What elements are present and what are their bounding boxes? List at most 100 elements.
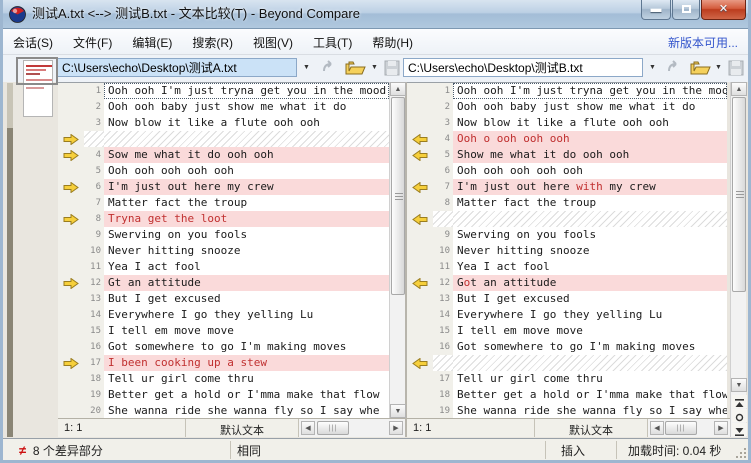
right-hscroll-thumb[interactable]: |||	[665, 421, 697, 435]
line-row[interactable]: 3Now blow it like a flute ooh ooh	[58, 115, 389, 131]
line-row[interactable]: 7I'm just out here with my crew	[407, 179, 727, 195]
minimize-button[interactable]: ▬	[641, 0, 671, 20]
menu-item-4[interactable]: 视图(V)	[243, 29, 303, 56]
menu-item-2[interactable]: 编辑(E)	[122, 29, 182, 56]
scroll-down-icon[interactable]: ▼	[731, 378, 747, 392]
line-row[interactable]: 20She wanna ride she wanna fly so I say …	[58, 403, 389, 418]
diff-arrow-right-icon[interactable]	[58, 355, 84, 371]
thumbnail-viewport[interactable]	[16, 57, 58, 85]
right-recompare-icon[interactable]	[665, 58, 683, 78]
scroll-down-icon[interactable]: ▼	[390, 404, 406, 418]
line-row[interactable]: 19She wanna ride she wanna fly so I say …	[407, 403, 727, 418]
left-horizontal-scrollbar[interactable]: ◀ ||| ▶	[299, 419, 405, 437]
right-path-input[interactable]	[403, 58, 643, 77]
line-row[interactable]: 4Ooh o ooh ooh ooh	[407, 131, 727, 147]
line-row[interactable]: 18Better get a hold or I'mma make that f…	[407, 387, 727, 403]
line-row[interactable]: 18Tell ur girl come thru	[58, 371, 389, 387]
menu-item-1[interactable]: 文件(F)	[63, 29, 122, 56]
line-row[interactable]: 3Now blow it like a flute ooh ooh	[407, 115, 727, 131]
next-diff-button[interactable]	[732, 423, 747, 436]
diff-arrow-right-icon[interactable]	[58, 179, 84, 195]
maximize-button[interactable]	[672, 0, 700, 20]
line-row[interactable]: 10Never hitting snooze	[58, 243, 389, 259]
menu-item-6[interactable]: 帮助(H)	[362, 29, 423, 56]
left-vertical-scrollbar[interactable]: ▲ ▼	[389, 82, 405, 418]
line-row[interactable]: 2Ooh ooh baby just show me what it do	[407, 99, 727, 115]
diff-arrow-left-icon[interactable]	[407, 147, 433, 163]
line-row[interactable]: 13But I get excused	[407, 291, 727, 307]
right-horizontal-scrollbar[interactable]: ◀ ||| ▶	[648, 419, 730, 437]
line-row[interactable]: 17Tell ur girl come thru	[407, 371, 727, 387]
diff-arrow-left-icon[interactable]	[407, 211, 433, 227]
line-row[interactable]: 10Never hitting snooze	[407, 243, 727, 259]
line-row[interactable]: 12Gt an attitude	[58, 275, 389, 291]
left-hscroll-thumb[interactable]: |||	[317, 421, 349, 435]
diff-arrow-right-icon[interactable]	[58, 131, 84, 147]
diff-arrow-right-icon[interactable]	[58, 211, 84, 227]
scroll-up-icon[interactable]: ▲	[390, 82, 406, 96]
line-row[interactable]: 12Got an attitude	[407, 275, 727, 291]
left-path-input[interactable]	[57, 58, 297, 77]
line-row[interactable]: 19Better get a hold or I'mma make that f…	[58, 387, 389, 403]
line-row[interactable]: 17I been cooking up a stew	[58, 355, 389, 371]
thumbnail-strip[interactable]	[7, 83, 13, 128]
gap-row[interactable]	[407, 355, 727, 371]
left-format-label[interactable]: 默认文本	[186, 419, 299, 437]
left-save-icon[interactable]	[383, 58, 401, 78]
scroll-right-icon[interactable]: ▶	[389, 421, 403, 435]
menu-item-0[interactable]: 会话(S)	[3, 29, 63, 56]
scroll-left-icon[interactable]: ◀	[650, 421, 664, 435]
line-row[interactable]: 6Ooh ooh ooh ooh ooh	[407, 163, 727, 179]
line-row[interactable]: 9Swerving on you fools	[58, 227, 389, 243]
right-save-icon[interactable]	[727, 58, 745, 78]
prev-diff-button[interactable]	[732, 395, 747, 408]
left-open-folder-icon[interactable]	[344, 58, 366, 78]
close-button[interactable]: ✕	[701, 0, 746, 20]
line-row[interactable]: 11Yea I act fool	[58, 259, 389, 275]
line-row[interactable]: 16Got somewhere to go I'm making moves	[407, 339, 727, 355]
menu-item-3[interactable]: 搜索(R)	[182, 29, 243, 56]
title-bar[interactable]: 测试A.txt <--> 测试B.txt - 文本比较(T) - Beyond …	[0, 0, 751, 29]
scroll-right-icon[interactable]: ▶	[714, 421, 728, 435]
line-row[interactable]: 11Yea I act fool	[407, 259, 727, 275]
left-scroll-thumb[interactable]	[391, 97, 405, 295]
diff-arrow-left-icon[interactable]	[407, 355, 433, 371]
line-row[interactable]: 14Everywhere I go they yelling Lu	[407, 307, 727, 323]
diff-arrow-left-icon[interactable]	[407, 131, 433, 147]
line-row[interactable]: 1Ooh ooh I'm just tryna get you in the m…	[407, 83, 727, 99]
thumbnail-strip-lower[interactable]	[7, 128, 13, 437]
line-row[interactable]: 14Everywhere I go they yelling Lu	[58, 307, 389, 323]
right-scroll-thumb[interactable]	[732, 97, 746, 292]
left-open-dropdown-icon[interactable]: ▼	[367, 59, 382, 77]
scroll-up-icon[interactable]: ▲	[731, 82, 747, 96]
new-version-link[interactable]: 新版本可用...	[668, 34, 738, 51]
left-path-dropdown-icon[interactable]: ▼	[299, 59, 314, 77]
line-row[interactable]: 4Sow me what it do ooh ooh	[58, 147, 389, 163]
line-row[interactable]: 7Matter fact the troup	[58, 195, 389, 211]
gap-row[interactable]	[407, 211, 727, 227]
diff-arrow-right-icon[interactable]	[58, 275, 84, 291]
right-vertical-scrollbar[interactable]: ▲ ▼	[730, 82, 746, 437]
left-recompare-icon[interactable]	[320, 58, 338, 78]
line-row[interactable]: 5Show me what it do ooh ooh	[407, 147, 727, 163]
scroll-left-icon[interactable]: ◀	[301, 421, 315, 435]
line-row[interactable]: 15I tell em move move	[58, 323, 389, 339]
line-row[interactable]: 2Ooh ooh baby just show me what it do	[58, 99, 389, 115]
right-open-folder-icon[interactable]	[689, 58, 711, 78]
line-row[interactable]: 9Swerving on you fools	[407, 227, 727, 243]
line-row[interactable]: 16Got somewhere to go I'm making moves	[58, 339, 389, 355]
diff-arrow-left-icon[interactable]	[407, 179, 433, 195]
center-diff-button[interactable]	[732, 409, 747, 422]
right-format-label[interactable]: 默认文本	[535, 419, 648, 437]
gap-row[interactable]	[58, 131, 389, 147]
line-row[interactable]: 8Matter fact the troup	[407, 195, 727, 211]
line-row[interactable]: 15I tell em move move	[407, 323, 727, 339]
right-path-dropdown-icon[interactable]: ▼	[645, 59, 660, 77]
resize-grip[interactable]	[736, 448, 746, 458]
diff-arrow-left-icon[interactable]	[407, 275, 433, 291]
right-open-dropdown-icon[interactable]: ▼	[711, 59, 726, 77]
line-row[interactable]: 5Ooh ooh ooh ooh ooh	[58, 163, 389, 179]
line-row[interactable]: 1Ooh ooh I'm just tryna get you in the m…	[58, 83, 389, 99]
diff-arrow-right-icon[interactable]	[58, 147, 84, 163]
line-row[interactable]: 13But I get excused	[58, 291, 389, 307]
